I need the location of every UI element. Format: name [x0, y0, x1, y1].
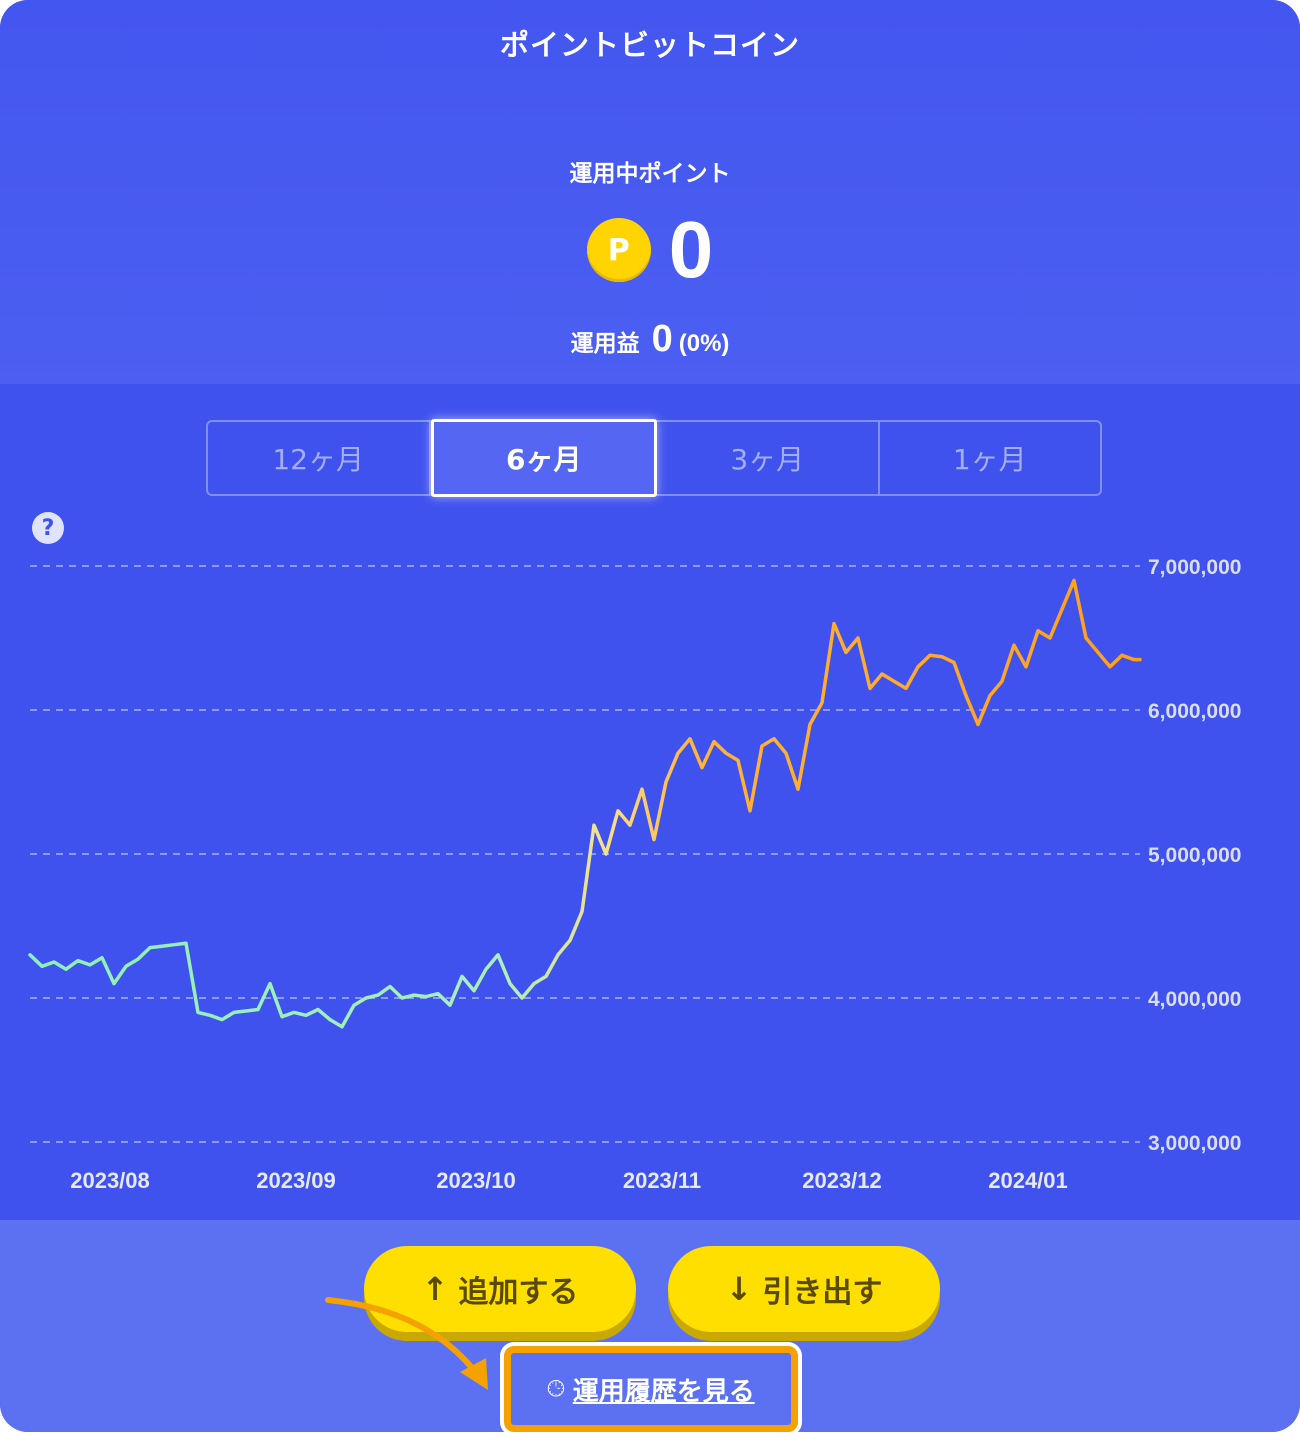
x-tick-label: 2023/11 — [623, 1168, 701, 1193]
x-tick-label: 2023/10 — [436, 1168, 516, 1193]
x-tick-label: 2023/09 — [256, 1168, 336, 1193]
header-section: ポイントビットコイン 運用中ポイント P 0 運用益 0 (0%) — [0, 0, 1300, 384]
price-series-line — [28, 578, 1142, 1029]
question-circle-icon[interactable]: ? — [32, 512, 64, 544]
holding-points-value: 0 — [668, 205, 714, 294]
profit-percent: (0%) — [678, 330, 730, 357]
x-tick-label: 2023/08 — [70, 1168, 150, 1193]
history-link[interactable]: 運用履歴を見る — [573, 1371, 755, 1408]
tab-6-months[interactable]: 6ヶ月 — [430, 419, 657, 497]
tab-3-months[interactable]: 3ヶ月 — [657, 422, 880, 494]
holding-points-row: P 0 — [0, 205, 1300, 295]
withdraw-button-label: 引き出す — [762, 1275, 883, 1310]
holding-points-label: 運用中ポイント — [569, 161, 731, 187]
price-chart: 7,000,000 6,000,000 5,000,000 4,000,000 3,00… — [28, 556, 1241, 1193]
arrow-down-icon: ↓ — [725, 1270, 753, 1308]
profit-label: 運用益 — [570, 331, 640, 357]
y-tick-label: 4,000,000 — [1148, 988, 1241, 1011]
profit-value: 0 — [651, 318, 673, 360]
period-tabs: 12ヶ月 6ヶ月 3ヶ月 1ヶ月 — [206, 419, 1102, 497]
tab-12-months[interactable]: 12ヶ月 — [208, 422, 431, 494]
page-title: ポイントビットコイン — [499, 28, 800, 62]
actions-section: ↑ 追加する ↓ 引き出す 🕒︎ 運用履歴を見る — [0, 1220, 1300, 1432]
withdraw-button[interactable]: ↓ 引き出す — [668, 1246, 940, 1332]
chart-panel: 7,000,000 6,000,000 5,000,000 4,000,000 3,00… — [0, 384, 1300, 1220]
x-tick-label: 2024/01 — [988, 1168, 1068, 1193]
y-tick-label: 7,000,000 — [1148, 556, 1241, 579]
point-coin-icon: P — [586, 218, 651, 282]
pointer-arrow-icon — [325, 1297, 488, 1390]
profit-row: 運用益 0 (0%) — [0, 318, 1300, 361]
y-tick-label: 5,000,000 — [1148, 844, 1241, 867]
y-tick-label: 3,000,000 — [1148, 1132, 1241, 1155]
clock-history-icon: 🕒︎ — [547, 1376, 565, 1402]
point-bitcoin-card: ポイントビットコイン 運用中ポイント P 0 運用益 0 (0%) 7,000,… — [0, 0, 1300, 1432]
history-link-highlight: 🕒︎ 運用履歴を見る — [504, 1346, 798, 1432]
y-tick-label: 6,000,000 — [1148, 700, 1241, 723]
x-tick-label: 2023/12 — [802, 1168, 882, 1193]
tab-1-month[interactable]: 1ヶ月 — [880, 422, 1101, 494]
